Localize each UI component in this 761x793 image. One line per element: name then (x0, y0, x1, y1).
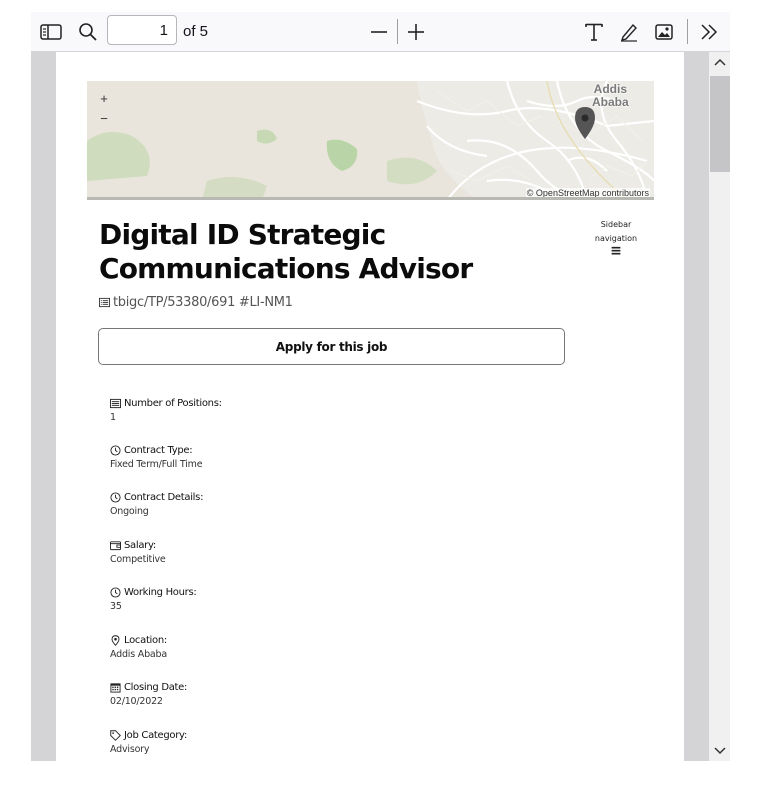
detail-label: Contract Details: (124, 491, 204, 503)
map-bottom-border (87, 197, 654, 200)
detail-value: Competitive (110, 554, 166, 565)
detail-label: Closing Date: (124, 681, 188, 693)
pdf-page: + − Addis Ababa © OpenStreetMap contribu… (56, 52, 684, 761)
page-count-label: of 5 (183, 23, 209, 40)
detail-label-row: Closing Date: (110, 680, 187, 694)
clock-icon (110, 586, 121, 598)
detail-label-row: Contract Type: (110, 443, 202, 457)
draw-tool-icon[interactable] (617, 20, 641, 44)
vertical-scrollbar[interactable] (709, 52, 730, 761)
detail-value: Advisory (110, 744, 150, 755)
scroll-down-icon[interactable] (709, 741, 730, 761)
detail-label: Location: (124, 634, 167, 646)
zoom-out-icon[interactable] (367, 21, 391, 43)
map-pin-icon (111, 634, 120, 646)
map-terrain (87, 81, 654, 200)
zoom-in-icon[interactable] (404, 21, 428, 43)
job-reference: tbigc/TP/53380/691 #LI-NM1 (99, 295, 293, 310)
detail-label: Job Category: (124, 729, 188, 741)
document-viewer[interactable]: + − Addis Ababa © OpenStreetMap contribu… (31, 52, 730, 761)
map-zoom-out-button[interactable]: − (95, 109, 113, 129)
detail-closing-date: Closing Date: 02/10/2022 (110, 680, 187, 708)
detail-label-row: Job Category: (110, 728, 187, 742)
detail-value: 35 (110, 601, 122, 612)
detail-value: Ongoing (110, 506, 149, 517)
wallet-icon (110, 540, 121, 550)
map-city-label-line2: Ababa (592, 95, 629, 109)
list-icon (99, 297, 110, 308)
clock-icon (110, 491, 121, 503)
image-tool-icon[interactable] (652, 20, 676, 44)
location-map[interactable]: + − Addis Ababa © OpenStreetMap contribu… (87, 81, 654, 200)
detail-value: 1 (110, 412, 116, 423)
detail-location: Location: Addis Ababa (110, 633, 168, 661)
scroll-up-icon[interactable] (709, 52, 730, 72)
detail-label-row: Working Hours: (110, 585, 197, 599)
page-number-input[interactable] (107, 15, 177, 45)
detail-salary: Salary: Competitive (110, 538, 166, 565)
detail-job-category: Job Category: Advisory (110, 728, 187, 756)
detail-label: Number of Positions: (124, 397, 222, 409)
sidebar-nav-label-line1: Sidebar (600, 220, 632, 229)
detail-value: Addis Ababa (110, 649, 168, 660)
sidebar-toggle-icon[interactable] (39, 21, 63, 43)
detail-value: 02/10/2022 (110, 696, 163, 707)
detail-label: Salary: (124, 539, 156, 551)
pdf-toolbar: of 5 (31, 12, 730, 52)
detail-contract-details: Contract Details: Ongoing (110, 490, 203, 518)
detail-value: Fixed Term/Full Time (110, 459, 203, 470)
map-zoom-in-button[interactable]: + (95, 89, 113, 109)
detail-label-row: Location: (110, 633, 167, 647)
map-city-label: Addis Ababa (592, 83, 629, 109)
detail-working-hours: Working Hours: 35 (110, 585, 197, 613)
scrollbar-thumb[interactable] (710, 76, 730, 172)
text-tool-icon[interactable] (582, 20, 606, 44)
more-tools-icon[interactable] (697, 20, 721, 44)
clock-icon (110, 444, 121, 456)
list-icon (110, 398, 121, 408)
detail-label: Contract Type: (124, 444, 193, 456)
detail-label: Working Hours: (124, 586, 197, 598)
job-title: Digital ID Strategic Communications Advi… (99, 218, 473, 285)
toolbar-divider (397, 19, 398, 44)
tag-icon (110, 729, 121, 741)
detail-number-of-positions: Number of Positions: 1 (110, 396, 222, 423)
search-icon[interactable] (76, 21, 100, 43)
calendar-icon (110, 682, 121, 693)
hamburger-menu-icon[interactable]: ≡ (586, 244, 646, 258)
detail-label-row: Contract Details: (110, 490, 203, 504)
detail-contract-type: Contract Type: Fixed Term/Full Time (110, 443, 203, 471)
detail-label-row: Number of Positions: (110, 396, 222, 410)
detail-label-row: Salary: (110, 538, 166, 552)
apply-button[interactable]: Apply for this job (98, 328, 565, 365)
map-zoom-controls: + − (95, 89, 113, 129)
job-reference-text: tbigc/TP/53380/691 #LI-NM1 (113, 295, 293, 310)
toolbar-divider (687, 19, 688, 44)
sidebar-navigation[interactable]: Sidebar navigation ≡ (586, 218, 646, 258)
